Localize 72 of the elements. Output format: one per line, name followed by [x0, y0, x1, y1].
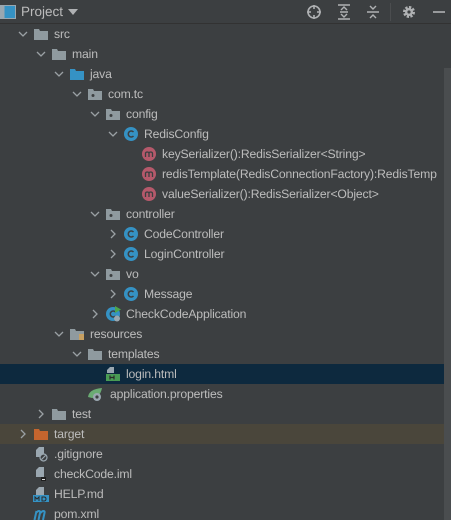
markdown-file-icon [33, 486, 49, 502]
tree-item[interactable]: config [0, 104, 444, 124]
folder-icon [69, 67, 85, 81]
chevron-right-icon[interactable] [108, 289, 118, 299]
tree-item[interactable]: controller [0, 204, 444, 224]
tree-item[interactable]: target [0, 424, 444, 444]
tree-item[interactable]: application.properties [0, 384, 444, 404]
package-icon [87, 87, 103, 101]
class-icon [105, 306, 121, 322]
folder-icon [87, 347, 103, 361]
tree-item[interactable]: vo [0, 264, 444, 284]
tree-item[interactable]: resources [0, 324, 444, 344]
folder-icon [69, 327, 85, 341]
chevron-down-icon[interactable] [36, 49, 46, 59]
scrollbar[interactable] [444, 68, 451, 520]
tree-item[interactable]: CodeController [0, 224, 444, 244]
tree-item[interactable]: keySerializer():RedisSerializer<String> [0, 144, 444, 164]
file-icon [33, 466, 49, 482]
folder-icon [51, 407, 67, 421]
expand-all-icon[interactable] [337, 4, 351, 20]
tree-item[interactable]: LoginController [0, 244, 444, 264]
settings-icon[interactable] [401, 4, 417, 20]
tree-item[interactable]: java [0, 64, 444, 84]
chevron-down-icon[interactable] [108, 129, 118, 139]
tree-item[interactable]: com.tc [0, 84, 444, 104]
tree-item[interactable]: templates [0, 344, 444, 364]
class-icon [123, 126, 139, 142]
chevron-down-icon[interactable] [72, 349, 82, 359]
tree-item[interactable]: CheckCodeApplication [0, 304, 444, 324]
html-file-icon [105, 366, 121, 382]
file-icon [33, 446, 49, 462]
chevron-down-icon[interactable] [90, 209, 100, 219]
folder-icon [51, 47, 67, 61]
package-icon [105, 207, 121, 221]
chevron-down-icon[interactable] [90, 109, 100, 119]
method-icon [141, 166, 157, 182]
chevron-down-icon[interactable] [72, 89, 82, 99]
dropdown-icon[interactable] [68, 8, 78, 14]
package-icon [105, 267, 121, 281]
leaf-gear-icon [87, 386, 105, 402]
panel-title[interactable]: Project [21, 4, 64, 19]
chevron-down-icon[interactable] [54, 329, 64, 339]
window-icon [0, 4, 16, 18]
tree-item[interactable]: redisTemplate(RedisConnectionFactory):RedisTemp [0, 164, 444, 184]
collapse-all-icon[interactable] [366, 4, 380, 20]
chevron-down-icon[interactable] [90, 269, 100, 279]
tree-item[interactable]: RedisConfig [0, 124, 444, 144]
tree-item[interactable]: test [0, 404, 444, 424]
tree-item[interactable]: Message [0, 284, 444, 304]
chevron-right-icon[interactable] [108, 229, 118, 239]
method-icon [141, 146, 157, 162]
tree-item[interactable]: main [0, 44, 444, 64]
chevron-right-icon[interactable] [90, 309, 100, 319]
chevron-right-icon[interactable] [18, 429, 28, 439]
class-icon [123, 286, 139, 302]
chevron-down-icon[interactable] [18, 29, 28, 39]
chevron-right-icon[interactable] [36, 409, 46, 419]
class-icon [123, 246, 139, 262]
chevron-right-icon[interactable] [108, 249, 118, 259]
tree-item[interactable]: checkCode.iml [0, 464, 444, 484]
tree-item[interactable]: .gitignore [0, 444, 444, 464]
tree-item[interactable]: valueSerializer():RedisSerializer<Object> [0, 184, 444, 204]
method-icon [141, 186, 157, 202]
folder-icon [33, 427, 49, 441]
tree-item[interactable]: src [0, 24, 444, 44]
locate-icon[interactable] [306, 4, 322, 20]
tree-item[interactable]: login.html [0, 364, 444, 384]
package-icon [105, 107, 121, 121]
chevron-down-icon[interactable] [54, 69, 64, 79]
class-icon [123, 226, 139, 242]
folder-icon [33, 27, 49, 41]
tree-item[interactable]: HELP.md [0, 484, 444, 504]
